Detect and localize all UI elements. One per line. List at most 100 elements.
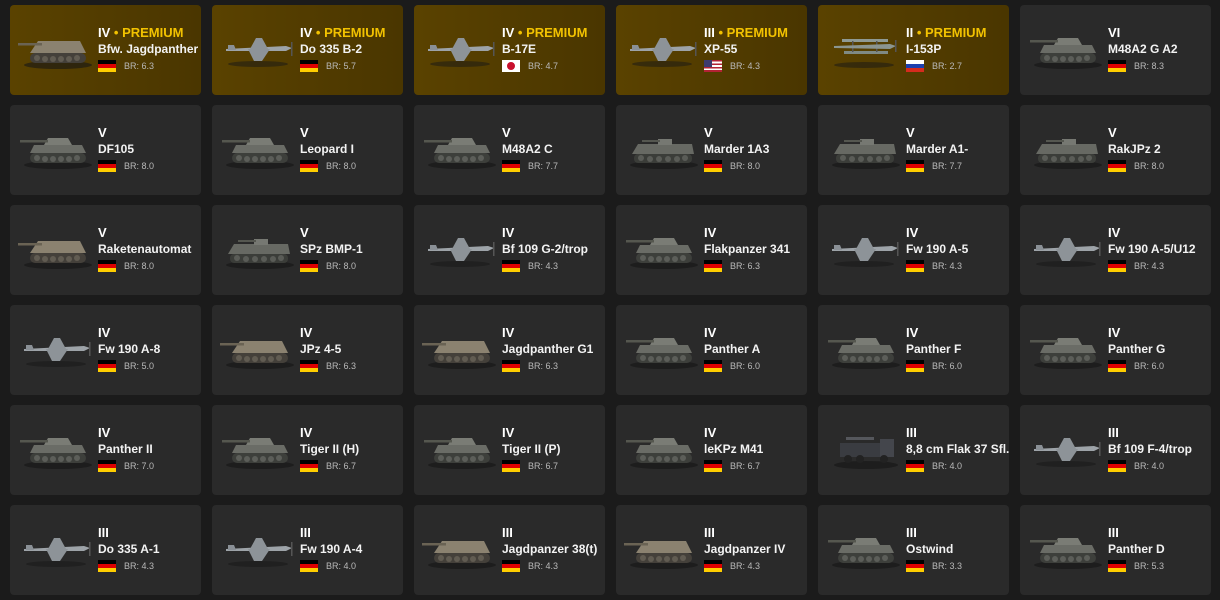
battle-rating: BR: 8.0 xyxy=(730,161,761,171)
tank-thumbnail xyxy=(18,429,96,471)
vehicle-card[interactable]: III Bf 109 F-4/trop BR: 4.0 xyxy=(1020,405,1211,495)
tank-thumbnail xyxy=(1028,329,1106,371)
germany-flag-icon xyxy=(1108,260,1126,272)
battle-rating: BR: 4.3 xyxy=(932,261,963,271)
rank-numeral: IV xyxy=(98,325,111,340)
battle-rating-row: BR: 6.3 xyxy=(704,258,807,274)
rank-numeral: IV xyxy=(704,425,717,440)
germany-flag-icon xyxy=(300,560,318,572)
vehicle-card[interactable]: IV Flakpanzer 341 BR: 6.3 xyxy=(616,205,807,295)
vehicle-card[interactable]: III Ostwind BR: 3.3 xyxy=(818,505,1009,595)
vehicle-card[interactable]: V Raketenautomat BR: 8.0 xyxy=(10,205,201,295)
vehicle-card[interactable]: V Leopard I BR: 8.0 xyxy=(212,105,403,195)
vehicle-card[interactable]: IV Panther G BR: 6.0 xyxy=(1020,305,1211,395)
vehicle-card[interactable]: IV • PREMIUM B-17E BR: 4.7 xyxy=(414,5,605,95)
vehicle-card[interactable]: III Fw 190 A-4 BR: 4.0 xyxy=(212,505,403,595)
vehicle-info: III Do 335 A-1 BR: 4.3 xyxy=(98,525,201,574)
vehicle-card[interactable]: IV • PREMIUMBfw. Jagdpanther G1BR: 6.3 xyxy=(10,5,201,95)
vehicle-card[interactable]: IV JPz 4-5 BR: 6.3 xyxy=(212,305,403,395)
tank-thumbnail xyxy=(18,129,96,171)
battle-rating: BR: 6.0 xyxy=(932,361,963,371)
tank-destroyer-thumbnail xyxy=(624,529,702,571)
rank-separator: • xyxy=(714,25,727,40)
germany-flag-icon xyxy=(98,460,116,472)
vehicle-rank: V xyxy=(704,125,807,141)
vehicle-rank: IV • PREMIUM xyxy=(502,25,605,41)
vehicle-card[interactable]: IV • PREMIUM Do 335 B-2 BR: 5.7 xyxy=(212,5,403,95)
vehicle-info: V M48A2 C BR: 7.7 xyxy=(502,125,605,174)
vehicle-name: SPz BMP-1 xyxy=(300,242,363,256)
plane-thumbnail xyxy=(18,529,96,571)
vehicle-card[interactable]: IV Fw 190 A-8 BR: 5.0 xyxy=(10,305,201,395)
tank-thumbnail xyxy=(1028,29,1106,71)
battle-rating: BR: 6.0 xyxy=(730,361,761,371)
rank-numeral: V xyxy=(300,125,309,140)
tank-thumbnail xyxy=(422,429,500,471)
vehicle-card[interactable]: III 8,8 cm Flak 37 Sfl. BR: 4.0 xyxy=(818,405,1009,495)
vehicle-card[interactable]: VI M48A2 G A2 BR: 8.3 xyxy=(1020,5,1211,95)
vehicle-info: V Raketenautomat BR: 8.0 xyxy=(98,225,201,274)
germany-flag-icon xyxy=(502,260,520,272)
vehicle-card[interactable]: III Jagdpanzer 38(t) BR: 4.3 xyxy=(414,505,605,595)
vehicle-card[interactable]: V SPz BMP-1 BR: 8.0 xyxy=(212,205,403,295)
battle-rating-row: BR: 8.0 xyxy=(1108,158,1211,174)
vehicle-info: IV Panther F BR: 6.0 xyxy=(906,325,1009,374)
vehicle-info: VI M48A2 G A2 BR: 8.3 xyxy=(1108,25,1211,74)
vehicle-card[interactable]: V RakJPz 2 BR: 8.0 xyxy=(1020,105,1211,195)
rank-numeral: V xyxy=(98,225,107,240)
vehicle-info: IV JPz 4-5 BR: 6.3 xyxy=(300,325,403,374)
battle-rating: BR: 6.7 xyxy=(528,461,559,471)
vehicle-name: Fw 190 A-5 xyxy=(906,242,969,256)
vehicle-info: III Jagdpanzer 38(t) BR: 4.3 xyxy=(502,525,605,574)
battle-rating: BR: 6.3 xyxy=(528,361,559,371)
vehicle-card[interactable]: III Jagdpanzer IV BR: 4.3 xyxy=(616,505,807,595)
vehicle-card[interactable]: II • PREMIUM I-153P BR: 2.7 xyxy=(818,5,1009,95)
battle-rating-row: BR: 4.3 xyxy=(98,558,201,574)
vehicle-card[interactable]: V M48A2 C BR: 7.7 xyxy=(414,105,605,195)
premium-label: PREMIUM xyxy=(122,25,184,40)
rank-numeral: III xyxy=(502,525,513,540)
vehicle-rank: V xyxy=(98,125,201,141)
tank-destroyer-thumbnail xyxy=(422,529,500,571)
vehicle-card[interactable]: IV leKPz M41 BR: 6.7 xyxy=(616,405,807,495)
vehicle-card[interactable]: IV Jagdpanther G1 BR: 6.3 xyxy=(414,305,605,395)
vehicle-card[interactable]: III Do 335 A-1 BR: 4.3 xyxy=(10,505,201,595)
rank-numeral: IV xyxy=(502,425,515,440)
vehicle-card[interactable]: V Marder A1- BR: 7.7 xyxy=(818,105,1009,195)
battle-rating-row: BR: 6.3 xyxy=(98,58,201,74)
tank-destroyer-thumbnail xyxy=(18,229,96,271)
vehicle-rank: III xyxy=(1108,525,1211,541)
vehicle-card[interactable]: V Marder 1A3 BR: 8.0 xyxy=(616,105,807,195)
vehicle-card[interactable]: IV Fw 190 A-5 BR: 4.3 xyxy=(818,205,1009,295)
vehicle-card[interactable]: III • PREMIUM XP-55 BR: 4.3 xyxy=(616,5,807,95)
battle-rating-row: BR: 6.0 xyxy=(704,358,807,374)
rank-numeral: III xyxy=(98,525,109,540)
vehicle-card[interactable]: III Panther D BR: 5.3 xyxy=(1020,505,1211,595)
vehicle-card[interactable]: IV Bf 109 G-2/trop BR: 4.3 xyxy=(414,205,605,295)
vehicle-card[interactable]: V DF105 BR: 8.0 xyxy=(10,105,201,195)
vehicle-card[interactable]: IV Panther II BR: 7.0 xyxy=(10,405,201,495)
vehicle-card[interactable]: IV Tiger II (P) BR: 6.7 xyxy=(414,405,605,495)
germany-flag-icon xyxy=(906,460,924,472)
vehicle-rank: V xyxy=(906,125,1009,141)
vehicle-info: V RakJPz 2 BR: 8.0 xyxy=(1108,125,1211,174)
vehicle-rank: IV xyxy=(1108,225,1211,241)
vehicle-name: XP-55 xyxy=(704,42,738,56)
vehicle-card[interactable]: IV Tiger II (H) BR: 6.7 xyxy=(212,405,403,495)
vehicle-name: Fw 190 A-4 xyxy=(300,542,363,556)
battle-rating-row: BR: 4.3 xyxy=(704,58,807,74)
germany-flag-icon xyxy=(98,360,116,372)
rank-numeral: IV xyxy=(906,325,919,340)
vehicle-name: Raketenautomat xyxy=(98,242,192,256)
vehicle-name: Tiger II (P) xyxy=(502,442,561,456)
battle-rating: BR: 4.3 xyxy=(730,61,761,71)
germany-flag-icon xyxy=(502,160,520,172)
germany-flag-icon xyxy=(98,560,116,572)
vehicle-card[interactable]: IV Fw 190 A-5/U12 BR: 4.3 xyxy=(1020,205,1211,295)
vehicle-card[interactable]: IV Panther F BR: 6.0 xyxy=(818,305,1009,395)
tank-thumbnail xyxy=(1028,529,1106,571)
battle-rating-row: BR: 4.0 xyxy=(1108,458,1211,474)
battle-rating-row: BR: 5.7 xyxy=(300,58,403,74)
vehicle-card[interactable]: IV Panther A BR: 6.0 xyxy=(616,305,807,395)
tank-thumbnail xyxy=(624,229,702,271)
